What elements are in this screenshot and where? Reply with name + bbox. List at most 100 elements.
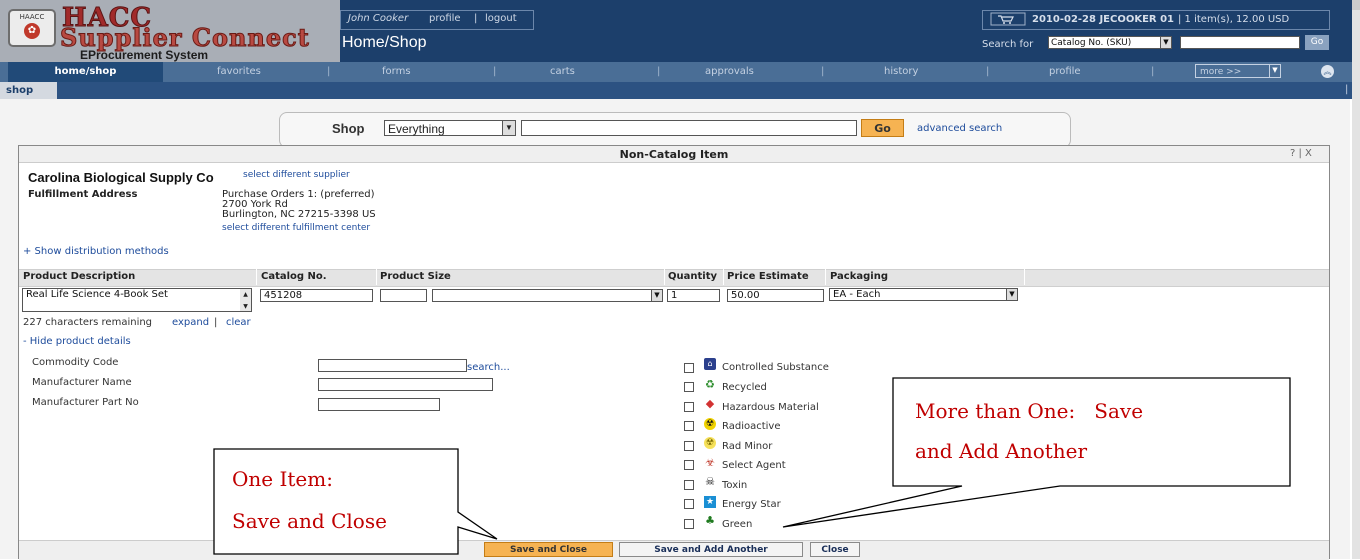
non-catalog-item-modal [18,145,1330,559]
quantity-input[interactable]: 1 [667,289,720,302]
more-tabs-select[interactable]: more >> ▼ [1195,64,1281,78]
col-product-size: Product Size [380,271,451,282]
commodity-search-link[interactable]: search... [467,362,510,373]
header-search-input[interactable] [1180,36,1300,49]
packaging-select[interactable]: EA - Each ▼ [829,288,1018,301]
page-scrollbar[interactable] [1352,0,1360,559]
toxin-icon: ☠ [705,475,715,488]
header-separator: | [474,13,478,24]
product-description-input[interactable]: Real Life Science 4-Book Set [22,288,241,312]
advanced-search-link[interactable]: advanced search [917,123,1002,134]
header-go-button[interactable]: Go [1305,35,1329,50]
commodity-code-input[interactable] [318,359,467,372]
save-and-add-another-button[interactable]: Save and Add Another [619,542,803,557]
chevron-down-icon[interactable]: ▼ [1160,37,1171,48]
recycled-checkbox[interactable] [684,382,694,392]
show-distribution-methods-link[interactable]: + Show distribution methods [23,246,169,257]
column-divider [825,269,826,285]
nav-divider: | [657,66,661,77]
col-quantity: Quantity [668,271,717,282]
nav-tab-home-shop[interactable]: home/shop [8,62,163,82]
catalog-no-input[interactable]: 451208 [260,289,373,302]
toxin-checkbox[interactable] [684,480,694,490]
price-estimate-input[interactable]: 50.00 [727,289,824,302]
manufacturer-part-label: Manufacturer Part No [32,397,139,408]
search-type-value: Catalog No. (SKU) [1051,38,1132,48]
close-button[interactable]: Close [810,542,860,557]
column-divider [723,269,724,285]
flag-hazardous-material: Hazardous Material [722,402,819,413]
shop-go-button[interactable]: Go [861,119,904,137]
save-and-close-button[interactable]: Save and Close [484,542,613,557]
manufacturer-part-input[interactable] [318,398,440,411]
manufacturer-name-input[interactable] [318,378,493,391]
hazardous-material-checkbox[interactable] [684,402,694,412]
subtab-shop[interactable]: shop [0,82,57,99]
link-separator: | [214,317,218,328]
column-divider [376,269,377,285]
modal-help-close-controls[interactable]: ? | X [1290,148,1312,159]
col-product-description: Product Description [23,271,136,282]
collapse-icon[interactable]: ︽ [1321,65,1334,78]
hazard-icon: ◆ [705,397,715,410]
callout-more-than-one-line1: More than One: Save [915,399,1144,423]
badge-text: HAACC [19,13,45,21]
callout-more-than-one-line2: and Add Another [915,439,1088,463]
nav-divider: | [986,66,990,77]
radioactive-icon: ☢ [704,418,716,430]
green-tree-icon: ♣ [705,514,715,527]
scroll-up-arrow[interactable] [1352,0,1360,10]
select-agent-checkbox[interactable] [684,460,694,470]
nav-divider: | [493,66,497,77]
logout-link[interactable]: logout [485,13,517,24]
product-size-input[interactable] [380,289,427,302]
col-packaging: Packaging [830,271,888,282]
green-checkbox[interactable] [684,519,694,529]
chevron-down-icon[interactable]: ▼ [1269,65,1280,77]
chevron-down-icon[interactable]: ▼ [651,290,662,301]
commodity-code-label: Commodity Code [32,357,119,368]
hide-product-details-link[interactable]: - Hide product details [23,336,131,347]
nav-tab-history[interactable]: history [884,66,918,77]
address-line-3: Burlington, NC 27215-3398 US [222,209,376,220]
nav-tab-profile[interactable]: profile [1049,66,1081,77]
column-divider [256,269,257,285]
shop-label: Shop [332,121,365,136]
nav-tab-approvals[interactable]: approvals [705,66,754,77]
packaging-value: EA - Each [833,289,881,300]
recycle-icon: ♻ [705,378,715,391]
cart-summary-date[interactable]: 2010-02-28 JECOOKER 01 [1032,14,1174,25]
callout-one-item-line2: Save and Close [232,509,387,533]
profile-link[interactable]: profile [429,13,461,24]
controlled-substance-checkbox[interactable] [684,363,694,373]
flag-controlled-substance: Controlled Substance [722,362,829,373]
sub-nav [0,82,1360,99]
description-scrollbar[interactable]: ▲ ▼ [240,288,252,312]
nav-tab-carts[interactable]: carts [550,66,575,77]
chevron-down-icon[interactable]: ▼ [502,121,515,135]
expand-link[interactable]: expand [172,317,209,328]
characters-remaining: 227 characters remaining [23,317,153,328]
more-tabs-value: more >> [1200,67,1242,77]
select-fulfillment-center-link[interactable]: select different fulfillment center [222,223,370,233]
flag-rad-minor: Rad Minor [722,441,773,452]
energy-star-checkbox[interactable] [684,499,694,509]
chevron-down-icon[interactable]: ▼ [1006,289,1017,300]
shop-category-select[interactable]: Everything ▼ [384,120,516,136]
shopping-cart-icon[interactable] [990,12,1026,26]
flag-radioactive: Radioactive [722,421,781,432]
rad-minor-icon: ☢ [704,437,716,449]
flag-green: Green [722,519,753,530]
shop-category-value: Everything [388,122,445,136]
cart-summary-items[interactable]: | 1 item(s), 12.00 USD [1178,14,1289,25]
shop-search-input[interactable] [521,120,857,136]
search-type-select[interactable]: Catalog No. (SKU) ▼ [1048,36,1172,49]
nav-tab-favorites[interactable]: favorites [217,66,261,77]
clear-link[interactable]: clear [226,317,251,328]
radioactive-checkbox[interactable] [684,421,694,431]
rad-minor-checkbox[interactable] [684,441,694,451]
product-size-unit-select[interactable]: ▼ [432,289,663,302]
controlled-substance-icon: ⌂ [704,358,716,370]
nav-tab-forms[interactable]: forms [382,66,411,77]
select-different-supplier-link[interactable]: select different supplier [243,170,350,180]
